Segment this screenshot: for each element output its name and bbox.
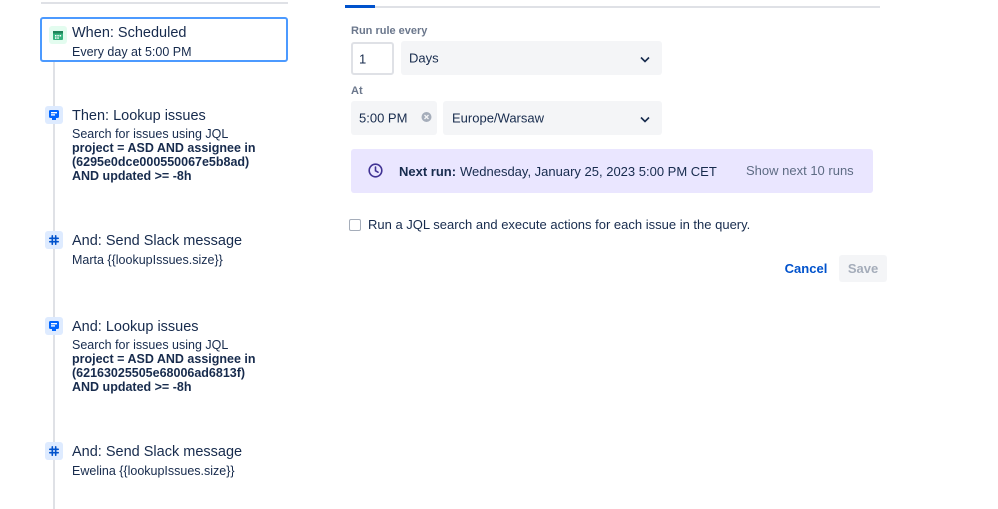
chevron-down-icon <box>640 51 650 66</box>
step-subtitle: Search for issues using JQL <box>72 338 229 352</box>
jql-line: AND updated >= -8h <box>72 169 192 183</box>
rule-step-slack-2[interactable]: And: Send Slack message Ewelina {{lookup… <box>40 442 288 482</box>
step-subtitle: Every day at 5:00 PM <box>72 45 192 59</box>
top-divider <box>41 2 288 4</box>
jql-line: (6295e0dce000550067e5b8ad) <box>72 155 250 169</box>
timezone-select[interactable]: Europe/Warsaw <box>443 101 662 135</box>
show-next-runs-link[interactable]: Show next 10 runs <box>746 163 854 178</box>
jql-line: (62163025505e68006ad6813f) <box>72 366 246 380</box>
step-title: And: Send Slack message <box>72 444 243 460</box>
at-label: At <box>351 85 363 97</box>
slack-icon <box>45 442 63 460</box>
chevron-down-icon <box>640 111 650 126</box>
step-title: Then: Lookup issues <box>72 108 206 124</box>
rule-step-lookup-1[interactable]: Then: Lookup issues Search for issues us… <box>40 106 288 186</box>
tab-active-indicator <box>345 5 375 8</box>
next-run-value: Wednesday, January 25, 2023 5:00 PM CET <box>460 164 717 179</box>
rule-step-lookup-2[interactable]: And: Lookup issues Search for issues usi… <box>40 317 288 397</box>
run-rule-label: Run rule every <box>351 25 428 37</box>
timezone-value: Europe/Warsaw <box>452 110 544 126</box>
next-run-banner: Next run: Wednesday, January 25, 2023 5:… <box>351 149 873 193</box>
clear-icon[interactable] <box>421 111 432 126</box>
rule-step-slack-1[interactable]: And: Send Slack message Marta {{lookupIs… <box>40 231 288 271</box>
step-subtitle: Ewelina {{lookupIssues.size}} <box>72 464 235 478</box>
step-title: And: Send Slack message <box>72 233 243 249</box>
step-title: When: Scheduled <box>72 25 187 41</box>
save-button[interactable]: Save <box>839 255 887 282</box>
interval-unit-value: Days <box>409 50 439 66</box>
jql-checkbox-label[interactable]: Run a JQL search and execute actions for… <box>368 217 750 232</box>
interval-value: 1 <box>359 51 367 66</box>
cancel-button[interactable]: Cancel <box>778 255 834 282</box>
slack-icon <box>45 231 63 249</box>
jql-line: project = ASD AND assignee in <box>72 141 256 155</box>
time-value: 5:00 PM <box>359 110 408 126</box>
interval-unit-select[interactable]: Days <box>401 41 662 75</box>
step-subtitle: Search for issues using JQL <box>72 127 229 141</box>
jql-checkbox[interactable] <box>349 219 361 231</box>
next-run-label: Next run: <box>399 164 457 179</box>
jql-line: project = ASD AND assignee in <box>72 352 256 366</box>
lookup-icon <box>45 106 63 124</box>
tab-divider <box>345 6 880 8</box>
jql-line: AND updated >= -8h <box>72 380 192 394</box>
interval-input[interactable]: 1 <box>351 42 394 75</box>
rule-step-trigger[interactable]: When: Scheduled Every day at 5:00 PM <box>40 17 288 62</box>
time-input[interactable]: 5:00 PM <box>351 101 437 135</box>
lookup-icon <box>45 317 63 335</box>
step-subtitle: Marta {{lookupIssues.size}} <box>72 253 223 267</box>
calendar-icon <box>49 26 67 44</box>
clock-icon <box>368 163 383 183</box>
step-title: And: Lookup issues <box>72 319 199 335</box>
